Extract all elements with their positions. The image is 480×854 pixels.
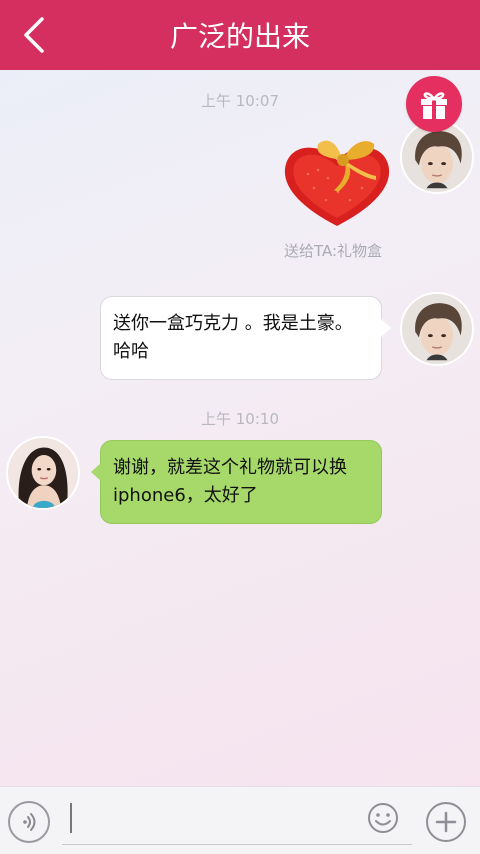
more-options-button[interactable] xyxy=(426,802,466,842)
gift-icon xyxy=(421,92,447,119)
male-avatar-image xyxy=(402,122,472,192)
plus-icon xyxy=(435,811,457,833)
voice-icon xyxy=(23,813,36,831)
emoji-button[interactable] xyxy=(367,802,399,834)
app-header: 广泛的出来 xyxy=(0,0,480,70)
gift-box-image[interactable] xyxy=(278,134,396,230)
heart-gift-box-icon xyxy=(284,140,390,226)
gift-caption: 送给TA:礼物盒 xyxy=(284,242,383,260)
text-cursor xyxy=(70,803,72,833)
male-avatar-image xyxy=(402,294,472,364)
voice-button[interactable] xyxy=(8,801,50,843)
message-text-input[interactable] xyxy=(62,799,412,845)
self-avatar[interactable] xyxy=(400,292,474,366)
message-input-bar xyxy=(0,786,480,854)
gift-button[interactable] xyxy=(406,76,462,132)
emoji-icon xyxy=(368,803,398,833)
contact-avatar[interactable] xyxy=(6,436,80,510)
chat-title: 广泛的出来 xyxy=(169,20,310,53)
back-button[interactable] xyxy=(14,14,54,56)
female-avatar-image xyxy=(8,438,78,508)
chevron-left-icon xyxy=(24,17,44,53)
incoming-message-bubble[interactable]: 谢谢，就差这个礼物就可以换iphone6，太好了 xyxy=(91,440,382,524)
outgoing-message-bubble[interactable]: 送你一盒巧克力 。我是土豪。哈哈 xyxy=(100,296,391,380)
timestamp: 上午 10:10 xyxy=(201,410,279,428)
